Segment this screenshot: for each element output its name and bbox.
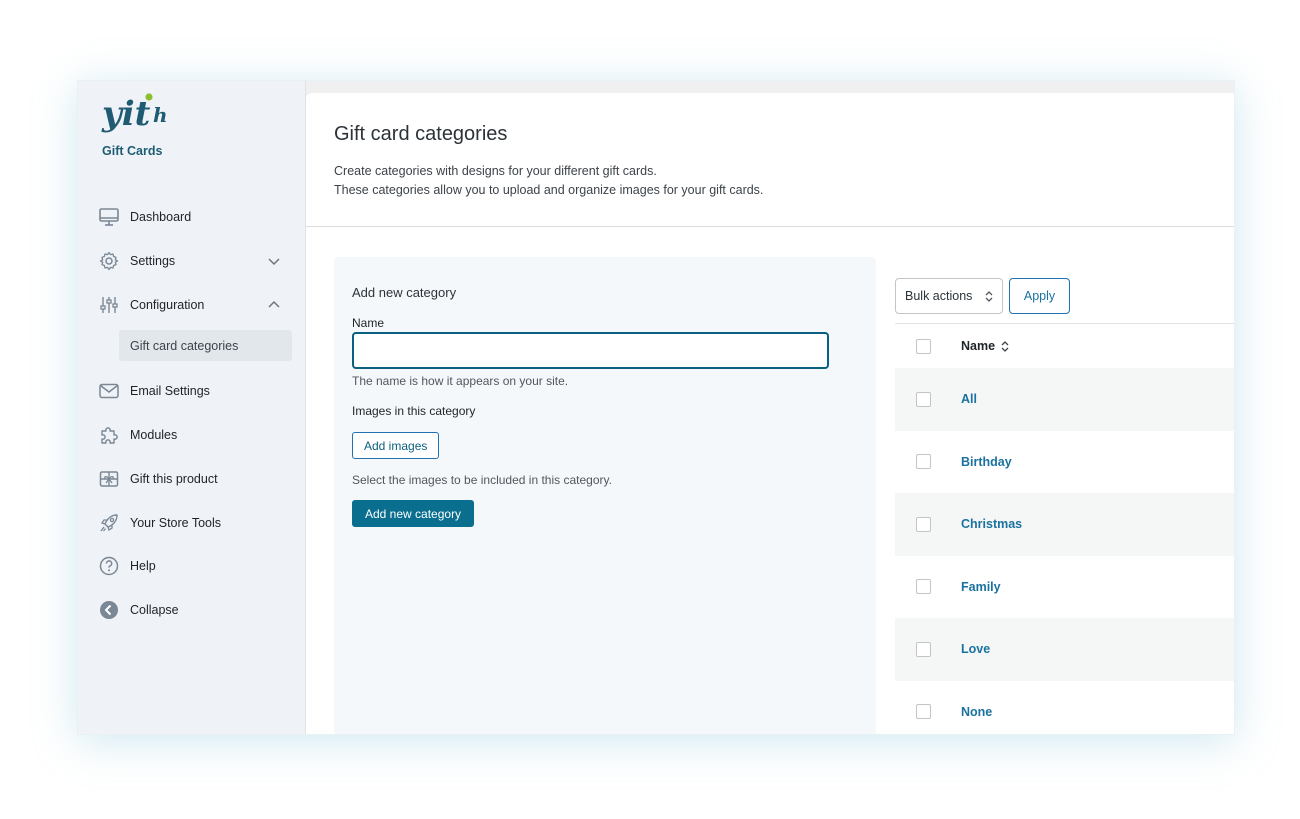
table-row: Love bbox=[895, 618, 1234, 681]
sidebar-item-settings[interactable]: Settings bbox=[98, 246, 288, 276]
sidebar-item-label: Your Store Tools bbox=[130, 516, 222, 530]
table-row: Family bbox=[895, 556, 1234, 619]
sidebar-item-label: Gift this product bbox=[130, 472, 218, 486]
sidebar-item-label: Configuration bbox=[130, 298, 205, 312]
sliders-icon bbox=[98, 294, 120, 316]
sidebar-item-your-store-tools[interactable]: Your Store Tools bbox=[98, 508, 288, 538]
bulk-actions-label: Bulk actions bbox=[905, 289, 973, 303]
sidebar-item-dashboard[interactable]: Dashboard bbox=[98, 202, 288, 232]
main-content: Gift card categories Create categories w… bbox=[306, 93, 1234, 735]
category-link[interactable]: Family bbox=[961, 580, 1001, 594]
collapse-arrow-icon bbox=[98, 599, 120, 621]
row-checkbox[interactable] bbox=[916, 579, 931, 595]
row-checkbox[interactable] bbox=[916, 641, 931, 657]
gift-icon bbox=[98, 468, 120, 490]
select-all-checkbox[interactable] bbox=[916, 338, 931, 354]
category-link[interactable]: All bbox=[961, 392, 977, 406]
category-link[interactable]: None bbox=[961, 705, 992, 719]
images-hint: Select the images to be included in this… bbox=[352, 473, 612, 487]
sidebar-item-email-settings[interactable]: Email Settings bbox=[98, 376, 288, 406]
add-images-button[interactable]: Add images bbox=[352, 432, 440, 459]
categories-table: Name All Birthday Christmas Family Love … bbox=[895, 323, 1234, 735]
rocket-icon bbox=[98, 512, 120, 534]
images-label: Images in this category bbox=[352, 404, 476, 418]
page-description: Create categories with designs for your … bbox=[334, 162, 763, 200]
add-new-category-button[interactable]: Add new category bbox=[352, 500, 475, 527]
envelope-icon bbox=[98, 380, 120, 402]
add-category-panel: Add new category Name The name is how it… bbox=[334, 257, 876, 734]
header-divider bbox=[306, 226, 1234, 227]
select-arrows-icon bbox=[985, 291, 993, 302]
bulk-actions-select[interactable]: Bulk actions bbox=[895, 278, 1003, 314]
table-row: Birthday bbox=[895, 431, 1234, 494]
sidebar-item-label: Collapse bbox=[130, 603, 179, 617]
sidebar-item-modules[interactable]: Modules bbox=[98, 420, 288, 450]
table-row: Christmas bbox=[895, 493, 1234, 556]
description-line-2: These categories allow you to upload and… bbox=[334, 183, 764, 197]
sidebar-item-configuration[interactable]: Configuration bbox=[98, 290, 288, 320]
question-circle-icon bbox=[98, 555, 120, 577]
sort-icon bbox=[1001, 340, 1009, 352]
category-link[interactable]: Love bbox=[961, 642, 990, 656]
yith-logo: yit h bbox=[101, 93, 168, 134]
puzzle-icon bbox=[98, 424, 120, 446]
row-checkbox[interactable] bbox=[916, 516, 931, 532]
sidebar-item-gift-this-product[interactable]: Gift this product bbox=[98, 464, 288, 494]
row-checkbox[interactable] bbox=[916, 391, 931, 407]
row-checkbox[interactable] bbox=[916, 704, 931, 720]
category-link[interactable]: Birthday bbox=[961, 455, 1012, 469]
category-name-input[interactable] bbox=[352, 332, 829, 369]
sidebar-item-label: Email Settings bbox=[130, 384, 210, 398]
column-header-label: Name bbox=[961, 339, 996, 353]
sidebar-collapse-button[interactable]: Collapse bbox=[98, 595, 288, 625]
name-label: Name bbox=[352, 316, 385, 330]
row-checkbox[interactable] bbox=[916, 454, 931, 470]
sidebar-item-label: Dashboard bbox=[130, 210, 192, 224]
table-header: Name bbox=[895, 323, 1234, 368]
category-link[interactable]: Christmas bbox=[961, 517, 1022, 531]
monitor-icon bbox=[98, 206, 120, 228]
app-subtitle: Gift Cards bbox=[102, 144, 163, 158]
sidebar-item-label: Settings bbox=[130, 254, 176, 268]
name-column-header[interactable]: Name bbox=[961, 339, 1009, 353]
sidebar-item-help[interactable]: Help bbox=[98, 551, 288, 581]
form-title: Add new category bbox=[352, 285, 457, 300]
sidebar-item-label: Help bbox=[130, 559, 156, 573]
chevron-up-icon bbox=[268, 300, 280, 308]
svg-text:yit: yit bbox=[101, 94, 151, 134]
table-row: All bbox=[895, 368, 1234, 431]
sidebar: yit h Gift Cards Dashboard Settings Conf… bbox=[78, 81, 306, 734]
description-line-1: Create categories with designs for your … bbox=[334, 164, 657, 178]
apply-button[interactable]: Apply bbox=[1009, 278, 1070, 314]
gear-icon bbox=[98, 250, 120, 272]
svg-text:h: h bbox=[153, 103, 168, 127]
name-hint: The name is how it appears on your site. bbox=[352, 374, 569, 388]
chevron-down-icon bbox=[268, 258, 280, 266]
page-title: Gift card categories bbox=[334, 123, 508, 145]
sidebar-item-label: Modules bbox=[130, 428, 178, 442]
sidebar-subitem-gift-card-categories[interactable]: Gift card categories bbox=[119, 330, 292, 361]
table-row: None bbox=[895, 681, 1234, 735]
app-window: yit h Gift Cards Dashboard Settings Conf… bbox=[77, 80, 1235, 735]
